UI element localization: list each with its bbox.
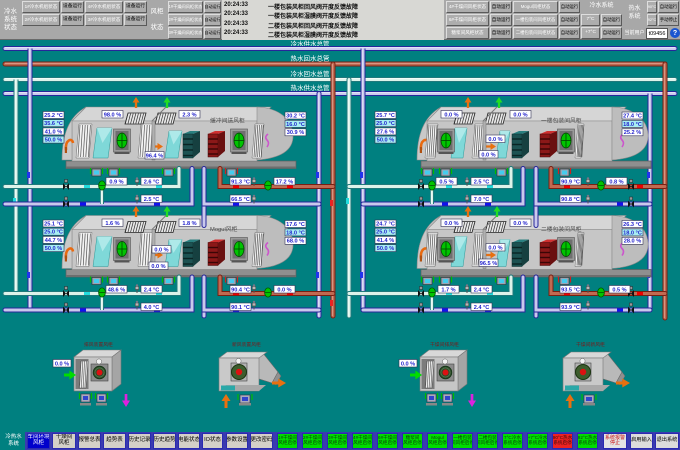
svg-text:0.0 %: 0.0 % <box>481 152 495 158</box>
svg-text:27.6 %: 27.6 % <box>377 129 394 135</box>
svg-text:干燥间新风柜: 干燥间新风柜 <box>576 341 605 348</box>
svg-text:90.9 °C: 90.9 °C <box>561 179 580 185</box>
svg-text:24.7 °C: 24.7 °C <box>376 221 395 227</box>
svg-text:17.2 %: 17.2 % <box>276 179 293 185</box>
svg-text:98.0 %: 98.0 % <box>104 112 121 118</box>
svg-text:16.0 °C: 16.0 °C <box>286 122 305 128</box>
svg-text:50.0 %: 50.0 % <box>377 246 394 252</box>
svg-text:一楼包装间风柜: 一楼包装间风柜 <box>541 117 582 125</box>
svg-text:0.5 %: 0.5 % <box>439 179 453 185</box>
svg-text:Mogul风柜: Mogul风柜 <box>210 225 238 233</box>
svg-text:93.5 °C: 93.5 °C <box>561 287 580 293</box>
svg-text:热水回水总管: 热水回水总管 <box>291 54 331 63</box>
svg-text:18.0 °C: 18.0 °C <box>623 122 642 128</box>
svg-text:1.6 %: 1.6 % <box>105 221 119 227</box>
svg-text:0.0 %: 0.0 % <box>277 287 291 293</box>
svg-text:93.9 °C: 93.9 °C <box>561 305 580 311</box>
svg-text:0.9 %: 0.9 % <box>109 179 123 185</box>
svg-text:2.5 °C: 2.5 °C <box>474 179 490 185</box>
svg-text:干燥间排风柜: 干燥间排风柜 <box>430 341 459 348</box>
svg-text:41.0 %: 41.0 % <box>45 129 62 135</box>
svg-text:18.0 °C: 18.0 °C <box>286 230 305 236</box>
svg-text:0.0 %: 0.0 % <box>444 221 458 227</box>
svg-text:25.7 °C: 25.7 °C <box>376 113 395 119</box>
svg-text:排风装置风柜: 排风装置风柜 <box>84 341 113 348</box>
svg-text:25.0 °C: 25.0 °C <box>376 230 395 236</box>
svg-text:28.0 %: 28.0 % <box>624 239 641 245</box>
svg-text:30.9 %: 30.9 % <box>287 130 304 136</box>
svg-text:2.3 %: 2.3 % <box>182 112 196 118</box>
svg-text:0.0 %: 0.0 % <box>401 361 415 367</box>
svg-text:25.0 °C: 25.0 °C <box>376 121 395 127</box>
svg-text:0.5 %: 0.5 % <box>612 287 626 293</box>
svg-text:26.3 °C: 26.3 °C <box>623 222 642 228</box>
svg-text:96.4 %: 96.4 % <box>146 153 163 159</box>
svg-text:25.1 °C: 25.1 °C <box>44 221 63 227</box>
svg-text:96.5 %: 96.5 % <box>480 261 497 267</box>
svg-text:35.6 °C: 35.6 °C <box>44 121 63 127</box>
svg-text:90.8 °C: 90.8 °C <box>561 197 580 203</box>
svg-text:50.0 %: 50.0 % <box>377 138 394 144</box>
svg-text:25.0 °C: 25.0 °C <box>44 230 63 236</box>
svg-text:4.0 °C: 4.0 °C <box>144 305 160 311</box>
svg-text:68.0 %: 68.0 % <box>287 239 304 245</box>
svg-text:0.0 %: 0.0 % <box>444 112 458 118</box>
svg-text:0.0 %: 0.0 % <box>488 245 502 251</box>
svg-text:18.0 °C: 18.0 °C <box>623 230 642 236</box>
svg-text:44.7 %: 44.7 % <box>45 238 62 244</box>
svg-text:冷水回水总管: 冷水回水总管 <box>291 69 331 78</box>
svg-text:30.2 °C: 30.2 °C <box>286 113 305 119</box>
svg-text:25.2 %: 25.2 % <box>624 130 641 136</box>
svg-text:2.4 °C: 2.4 °C <box>474 287 490 293</box>
svg-text:91.3 °C: 91.3 °C <box>231 179 250 185</box>
svg-text:90.4 °C: 90.4 °C <box>231 287 250 293</box>
svg-text:0.8 %: 0.8 % <box>609 179 623 185</box>
svg-text:17.6 °C: 17.6 °C <box>286 222 305 228</box>
svg-text:0.0 %: 0.0 % <box>154 247 168 253</box>
svg-text:2.6 °C: 2.6 °C <box>144 179 160 185</box>
svg-text:7.0 °C: 7.0 °C <box>474 197 490 203</box>
svg-text:50.0 %: 50.0 % <box>45 246 62 252</box>
svg-text:90.1 °C: 90.1 °C <box>231 305 250 311</box>
svg-text:0.0 %: 0.0 % <box>513 221 527 227</box>
svg-text:27.4 °C: 27.4 °C <box>623 113 642 119</box>
svg-text:48.6 %: 48.6 % <box>108 287 125 293</box>
svg-text:0.0 %: 0.0 % <box>488 137 502 143</box>
svg-text:热水供水总管: 热水供水总管 <box>291 83 331 92</box>
svg-text:2.4 °C: 2.4 °C <box>144 287 160 293</box>
svg-text:2.4 °C: 2.4 °C <box>474 305 490 311</box>
svg-text:2.5 °C: 2.5 °C <box>144 197 160 203</box>
svg-text:66.5 °C: 66.5 °C <box>231 197 250 203</box>
svg-text:1.7 %: 1.7 % <box>441 287 455 293</box>
svg-text:0.0 %: 0.0 % <box>151 264 165 270</box>
svg-text:新风装置风柜: 新风装置风柜 <box>232 341 261 348</box>
svg-text:25.2 °C: 25.2 °C <box>44 113 63 119</box>
svg-text:0.0 %: 0.0 % <box>513 112 527 118</box>
svg-text:0.0 %: 0.0 % <box>55 361 69 367</box>
svg-text:41.4 %: 41.4 % <box>377 238 394 244</box>
svg-text:1.8 %: 1.8 % <box>182 221 196 227</box>
svg-text:二楼包装间风柜: 二楼包装间风柜 <box>541 225 582 233</box>
svg-text:缓冲间送风柜: 缓冲间送风柜 <box>210 117 245 125</box>
svg-text:50.0 %: 50.0 % <box>45 138 62 144</box>
